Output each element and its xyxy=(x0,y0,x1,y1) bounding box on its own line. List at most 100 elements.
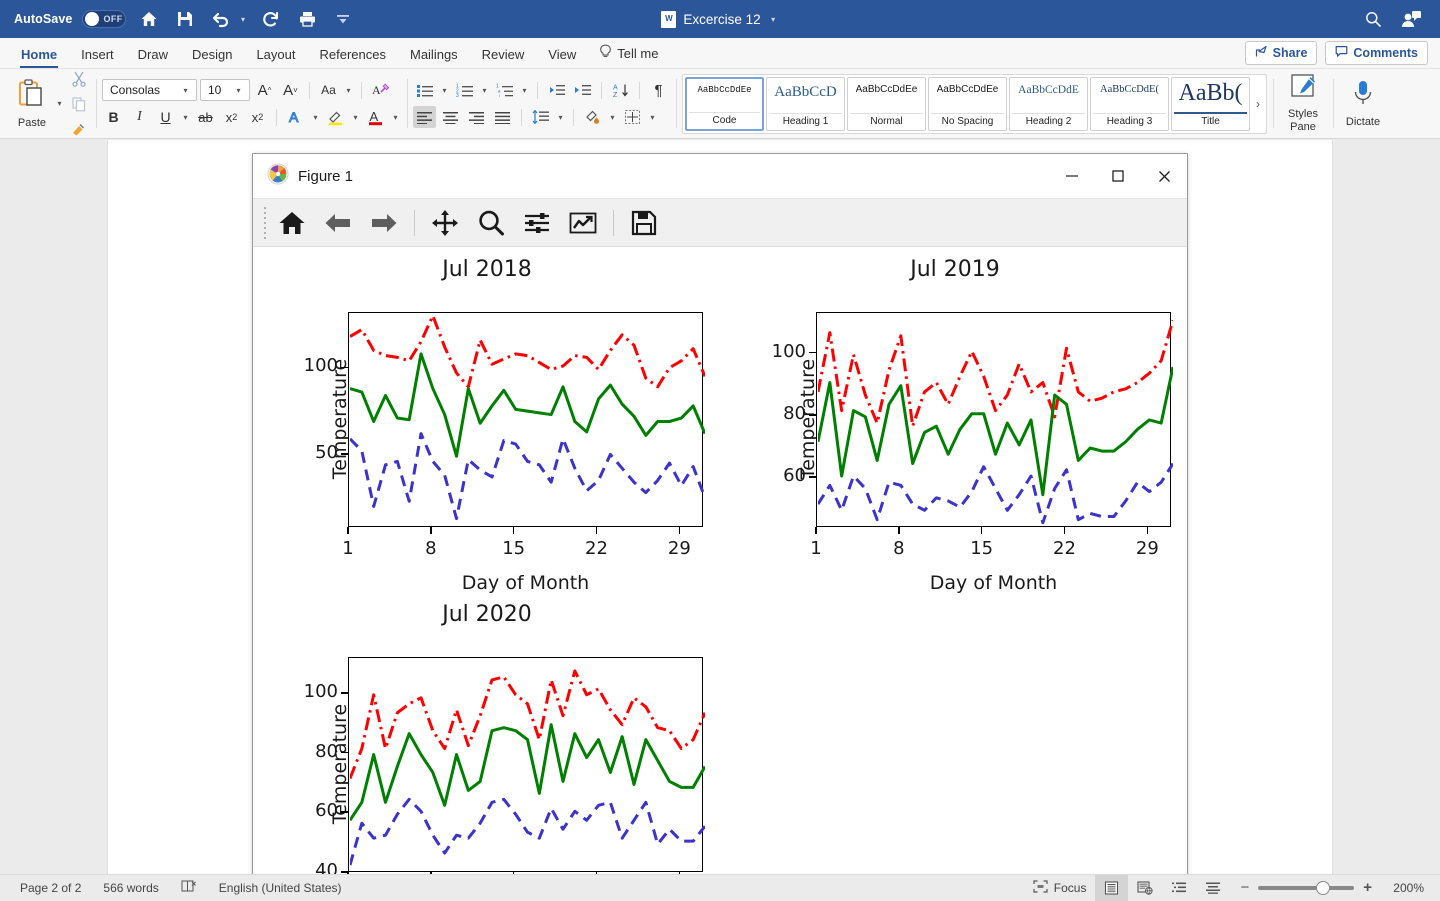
home-icon[interactable] xyxy=(136,6,162,32)
toolbar-grip-icon[interactable] xyxy=(261,207,268,239)
zoom-track[interactable] xyxy=(1258,886,1354,890)
zoom-handle[interactable] xyxy=(1316,881,1330,895)
increase-indent-icon[interactable] xyxy=(571,79,594,101)
figure-window-titlebar[interactable]: Figure 1 xyxy=(253,154,1187,199)
document-title[interactable]: Excercise 12 xyxy=(683,12,760,27)
back-arrow-icon[interactable] xyxy=(316,204,360,242)
change-case-dropdown-icon[interactable]: ▾ xyxy=(343,86,354,95)
print-layout-icon[interactable] xyxy=(1095,875,1128,901)
configure-subplots-icon[interactable] xyxy=(515,204,559,242)
document-title-dropdown-icon[interactable]: ▾ xyxy=(768,15,779,24)
align-center-button[interactable] xyxy=(439,106,462,128)
proofing-errors-icon[interactable] xyxy=(181,879,197,896)
font-name-select[interactable]: Consolas ▾ xyxy=(102,79,197,101)
align-left-button[interactable] xyxy=(413,106,436,128)
line-spacing-icon[interactable] xyxy=(529,106,552,128)
highlight-dropdown-icon[interactable]: ▾ xyxy=(350,113,361,122)
redo-icon[interactable] xyxy=(258,6,284,32)
zoom-out-button[interactable]: − xyxy=(1240,879,1249,896)
autosave-toggle[interactable]: OFF xyxy=(82,10,126,28)
forward-arrow-icon[interactable] xyxy=(362,204,406,242)
style-card-title[interactable]: AaBb( Title xyxy=(1171,77,1250,131)
shrink-font-icon[interactable]: A˅ xyxy=(279,79,302,101)
maximize-button[interactable] xyxy=(1095,154,1141,198)
language-indicator[interactable]: English (United States) xyxy=(219,881,342,895)
borders-dropdown-icon[interactable]: ▾ xyxy=(647,113,658,122)
tab-review[interactable]: Review xyxy=(471,43,536,68)
zoom-in-button[interactable]: + xyxy=(1363,879,1372,896)
zoom-level[interactable]: 200% xyxy=(1382,881,1424,895)
outline-icon[interactable] xyxy=(1162,875,1196,901)
word-count[interactable]: 566 words xyxy=(103,881,158,895)
numbering-icon[interactable]: 123 xyxy=(453,79,476,101)
underline-button[interactable]: U xyxy=(154,106,177,128)
undo-dropdown-icon[interactable]: ▾ xyxy=(237,15,248,24)
style-card-no-spacing[interactable]: AaBbCcDdEe No Spacing xyxy=(928,77,1007,131)
numbering-dropdown-icon[interactable]: ▾ xyxy=(479,86,490,95)
save-icon[interactable] xyxy=(172,6,198,32)
undo-icon[interactable] xyxy=(208,6,234,32)
align-right-button[interactable] xyxy=(465,106,488,128)
draft-icon[interactable] xyxy=(1196,875,1230,901)
bullets-icon[interactable] xyxy=(413,79,436,101)
tab-design[interactable]: Design xyxy=(181,43,243,68)
underline-dropdown-icon[interactable]: ▾ xyxy=(180,113,191,122)
pan-move-icon[interactable] xyxy=(423,204,467,242)
sort-icon[interactable]: AZ xyxy=(609,79,632,101)
font-color-icon[interactable]: A xyxy=(364,106,387,128)
text-highlight-icon[interactable] xyxy=(324,106,347,128)
shading-dropdown-icon[interactable]: ▾ xyxy=(607,113,618,122)
close-button[interactable] xyxy=(1141,154,1187,198)
page-indicator[interactable]: Page 2 of 2 xyxy=(20,881,81,895)
tab-view[interactable]: View xyxy=(537,43,587,68)
shading-icon[interactable] xyxy=(581,106,604,128)
show-formatting-marks-icon[interactable]: ¶ xyxy=(647,79,670,101)
save-figure-icon[interactable] xyxy=(622,204,666,242)
style-card-code[interactable]: AaBbCcDdEe Code xyxy=(685,77,764,131)
grow-font-icon[interactable]: A^ xyxy=(253,79,276,101)
text-effects-dropdown-icon[interactable]: ▾ xyxy=(310,113,321,122)
format-painter-icon[interactable] xyxy=(67,118,90,140)
styles-gallery-more-button[interactable]: › xyxy=(1252,97,1264,111)
edit-axis-curve-icon[interactable] xyxy=(561,204,605,242)
tab-home[interactable]: Home xyxy=(10,43,68,68)
paste-dropdown-icon[interactable]: ▾ xyxy=(54,99,65,108)
font-size-select[interactable]: 10 ▾ xyxy=(200,79,250,101)
style-card-heading-2[interactable]: AaBbCcDdE Heading 2 xyxy=(1009,77,1088,131)
bold-button[interactable]: B xyxy=(102,106,125,128)
print-icon[interactable] xyxy=(294,6,320,32)
multilevel-list-icon[interactable]: 1ai xyxy=(493,79,516,101)
strikethrough-button[interactable]: ab xyxy=(194,106,217,128)
zoom-slider[interactable]: − + xyxy=(1230,879,1382,896)
font-color-dropdown-icon[interactable]: ▾ xyxy=(390,113,401,122)
tab-layout[interactable]: Layout xyxy=(245,43,306,68)
account-icon[interactable] xyxy=(1398,6,1424,32)
clear-formatting-icon[interactable]: A xyxy=(369,79,392,101)
zoom-rect-icon[interactable] xyxy=(469,204,513,242)
subscript-button[interactable]: x2 xyxy=(220,106,243,128)
line-spacing-dropdown-icon[interactable]: ▾ xyxy=(555,113,566,122)
style-card-heading-3[interactable]: AaBbCcDdE( Heading 3 xyxy=(1090,77,1169,131)
customize-quick-access-icon[interactable] xyxy=(330,6,356,32)
styles-pane-button[interactable]: StylesPane xyxy=(1279,73,1327,133)
borders-icon[interactable] xyxy=(621,106,644,128)
style-card-heading-1[interactable]: AaBbCcD Heading 1 xyxy=(766,77,845,131)
comments-button[interactable]: Comments xyxy=(1325,41,1428,65)
focus-mode-button[interactable]: Focus xyxy=(1024,875,1096,901)
tab-draw[interactable]: Draw xyxy=(127,43,179,68)
paste-button[interactable]: Paste xyxy=(10,79,54,129)
home-icon[interactable] xyxy=(270,204,314,242)
dictate-button[interactable]: Dictate xyxy=(1339,79,1387,129)
style-card-normal[interactable]: AaBbCcDdEe Normal xyxy=(847,77,926,131)
search-icon[interactable] xyxy=(1360,6,1386,32)
tell-me-search[interactable]: Tell me xyxy=(589,40,668,68)
multilevel-list-dropdown-icon[interactable]: ▾ xyxy=(519,86,530,95)
bullets-dropdown-icon[interactable]: ▾ xyxy=(439,86,450,95)
share-button[interactable]: Share xyxy=(1245,41,1318,65)
figure-canvas[interactable]: Jul 2018TemperatureDay of Month501001815… xyxy=(253,247,1187,874)
web-layout-icon[interactable] xyxy=(1128,875,1162,901)
decrease-indent-icon[interactable] xyxy=(545,79,568,101)
matplotlib-figure-window[interactable]: Figure 1 xyxy=(252,153,1188,874)
tab-insert[interactable]: Insert xyxy=(70,43,125,68)
justify-button[interactable] xyxy=(491,106,514,128)
